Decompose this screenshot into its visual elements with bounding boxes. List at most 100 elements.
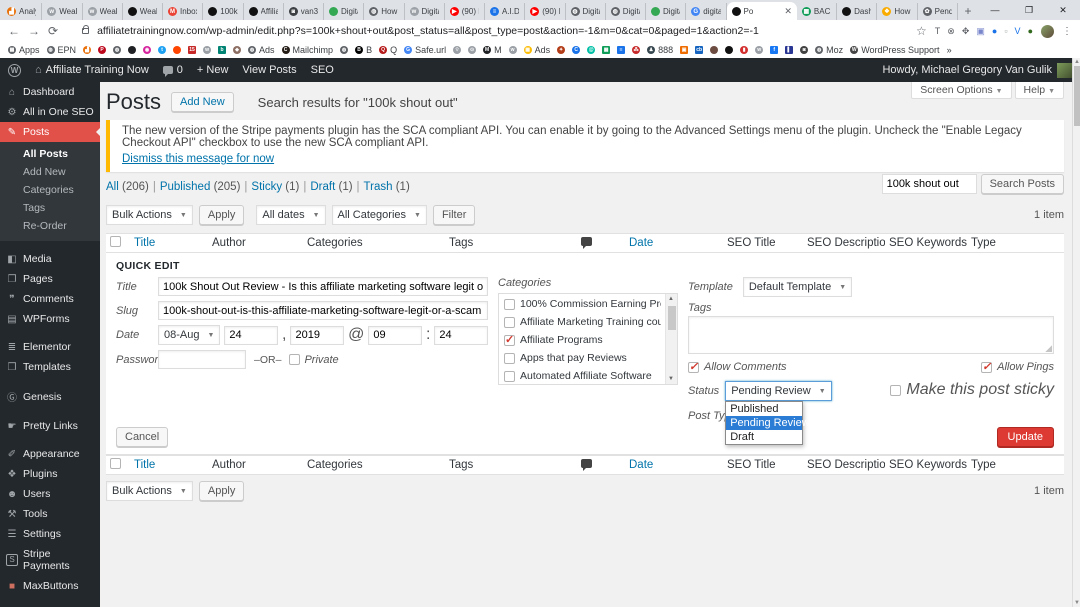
avatar[interactable] <box>1057 63 1072 78</box>
allow-pings-checkbox[interactable] <box>981 362 992 373</box>
browser-tab-inbox[interactable]: MInbox <box>163 3 203 20</box>
column-header-title[interactable]: Title <box>130 237 208 249</box>
bookmark-item-888[interactable]: ♟888 <box>647 45 673 55</box>
sidebar-item-elementor[interactable]: ≣Elementor <box>0 337 100 357</box>
bookmark-item-safe-url[interactable]: GSafe.url <box>404 45 446 55</box>
status-select[interactable]: Pending Review▼ <box>725 381 831 401</box>
extension-icon[interactable]: ▣ <box>976 27 985 36</box>
bulk-actions-select-bottom[interactable]: Bulk Actions▼ <box>106 481 193 501</box>
apply-button[interactable]: Apply <box>199 205 245 225</box>
bookmark-item-ads[interactable]: ◍Ads <box>248 45 275 55</box>
sidebar-subitem-add-new[interactable]: Add New <box>0 163 100 181</box>
bookmark-item-mailchimp[interactable]: CMailchimp <box>282 45 334 55</box>
browser-tab-a-i-d[interactable]: ≡A.I.D. <box>485 3 525 20</box>
private-checkbox[interactable] <box>289 354 300 365</box>
bookmark-item-q[interactable]: QQ <box>379 45 397 55</box>
bookmark-item[interactable]: ✦ <box>557 46 565 54</box>
bookmark-item[interactable]: b <box>218 46 226 54</box>
password-input[interactable] <box>158 350 246 369</box>
sidebar-item-wpforms[interactable]: ▤WPForms <box>0 309 100 329</box>
extension-icon[interactable]: ⊗ <box>947 27 955 36</box>
extension-icon[interactable]: ✥ <box>962 27 970 36</box>
bookmark-item[interactable]: w <box>509 46 517 54</box>
view-link-sticky[interactable]: Sticky (1) <box>251 181 299 193</box>
browser-tab-how-t[interactable]: ❖How t <box>877 3 917 20</box>
browser-tab-wealt[interactable]: Wealt <box>123 3 163 20</box>
bookmark-item-ads[interactable]: ▦Ads <box>524 45 551 55</box>
apply-button-bottom[interactable]: Apply <box>199 481 245 501</box>
sidebar-item-posts[interactable]: ✎Posts <box>0 122 100 142</box>
category-checkbox[interactable] <box>504 299 515 310</box>
dismiss-notice-link[interactable]: Dismiss this message for now <box>122 153 274 165</box>
slug-input[interactable] <box>158 301 488 320</box>
category-checkbox[interactable] <box>504 317 515 328</box>
template-select[interactable]: Default Template▼ <box>743 277 852 297</box>
bookmark-item[interactable]: ≡ <box>617 46 625 54</box>
status-option-draft[interactable]: Draft <box>726 430 802 444</box>
extension-icon[interactable]: T <box>935 27 941 36</box>
search-posts-input[interactable] <box>882 174 977 194</box>
bookmark-item-m[interactable]: MM <box>483 45 502 55</box>
bookmark-item[interactable]: C <box>572 46 580 54</box>
sidebar-item-media[interactable]: ◧Media <box>0 249 100 269</box>
maximize-button[interactable]: ❐ <box>1012 0 1046 20</box>
browser-tab-digita[interactable]: ◍Digita <box>566 3 606 20</box>
sidebar-subitem-re-order[interactable]: Re-Order <box>0 217 100 235</box>
view-link-published[interactable]: Published (205) <box>160 181 241 193</box>
bookmark-item[interactable]: @ <box>587 46 595 54</box>
bookmark-item[interactable]: w <box>755 46 763 54</box>
bookmark-item[interactable]: w <box>203 46 211 54</box>
bookmark-item[interactable]: ⁂ <box>632 46 640 54</box>
scrollbar-thumb[interactable] <box>668 306 676 330</box>
bookmark-item-[interactable]: » <box>947 45 952 55</box>
sidebar-item-comments[interactable]: ❞Comments <box>0 289 100 309</box>
minimize-button[interactable]: — <box>978 0 1012 20</box>
bookmark-item-wordpress-support[interactable]: WWordPress Support <box>850 45 939 55</box>
bookmark-item[interactable]: ◆ <box>233 46 241 54</box>
admin-bar-howdy[interactable]: Howdy, Michael Gregory Van Gulik <box>882 64 1052 76</box>
browser-tab-wealt[interactable]: wWealt <box>83 3 123 20</box>
scroll-down-icon[interactable]: ▼ <box>668 376 674 382</box>
sidebar-item-pretty-links[interactable]: ☛Pretty Links <box>0 416 100 436</box>
bookmark-item[interactable]: f <box>770 46 778 54</box>
sidebar-item-maxbuttons[interactable]: ■MaxButtons <box>0 576 100 596</box>
sidebar-item-all-in-one-seo[interactable]: ⚙All in One SEO <box>0 102 100 122</box>
sidebar-item-appearance[interactable]: ✐Appearance <box>0 444 100 464</box>
sidebar-item-genesis[interactable]: ⒼGenesis <box>0 385 100 408</box>
browser-tab-pendi[interactable]: ✿Pendi <box>918 3 958 20</box>
browser-tab-digita[interactable]: Digita <box>324 3 364 20</box>
hour-input[interactable] <box>368 326 422 345</box>
bookmark-item[interactable] <box>173 46 181 54</box>
sidebar-item-pages[interactable]: ❐Pages <box>0 269 100 289</box>
sidebar-subitem-tags[interactable]: Tags <box>0 199 100 217</box>
scroll-down-icon[interactable]: ▼ <box>1074 600 1080 606</box>
browser-tab-digita[interactable]: ◍Digita <box>606 3 646 20</box>
new-tab-button[interactable]: + <box>958 2 978 20</box>
sidebar-subitem-categories[interactable]: Categories <box>0 181 100 199</box>
bookmark-item[interactable]: ◍ <box>340 46 348 54</box>
category-checkbox[interactable] <box>504 371 515 382</box>
browser-tab-wealt[interactable]: wWealt <box>42 3 82 20</box>
bookmark-item[interactable]: ◙ <box>800 46 808 54</box>
bookmark-item[interactable]: ▮ <box>740 46 748 54</box>
bookmark-item[interactable]: ◍ <box>113 46 121 54</box>
month-select[interactable]: 08-Aug▼ <box>158 325 220 345</box>
browser-tab-digita[interactable]: wDigita <box>405 3 445 20</box>
admin-bar-view-posts[interactable]: View Posts <box>242 64 296 76</box>
bookmark-item[interactable]: ◉ <box>143 46 151 54</box>
day-input[interactable] <box>224 326 278 345</box>
browser-tab-van31[interactable]: ◙van31 <box>284 3 324 20</box>
browser-tab-90-d[interactable]: ▶(90) D <box>525 3 565 20</box>
tags-textarea[interactable] <box>688 316 1054 354</box>
select-all-checkbox[interactable] <box>110 236 121 247</box>
browser-tab-dashb[interactable]: Dashb <box>837 3 877 20</box>
extension-icon[interactable]: V <box>1015 27 1021 36</box>
sidebar-subitem-all-posts[interactable]: All Posts <box>0 145 100 163</box>
sticky-checkbox[interactable] <box>890 385 901 396</box>
bookmark-item[interactable] <box>710 46 718 54</box>
column-header-date[interactable]: Date <box>625 459 723 471</box>
admin-bar-seo[interactable]: SEO <box>311 64 334 76</box>
sidebar-item-users[interactable]: ☻Users <box>0 484 100 504</box>
sidebar-item-dashboard[interactable]: ⌂Dashboard <box>0 82 100 102</box>
column-header-date[interactable]: Date <box>625 237 723 249</box>
